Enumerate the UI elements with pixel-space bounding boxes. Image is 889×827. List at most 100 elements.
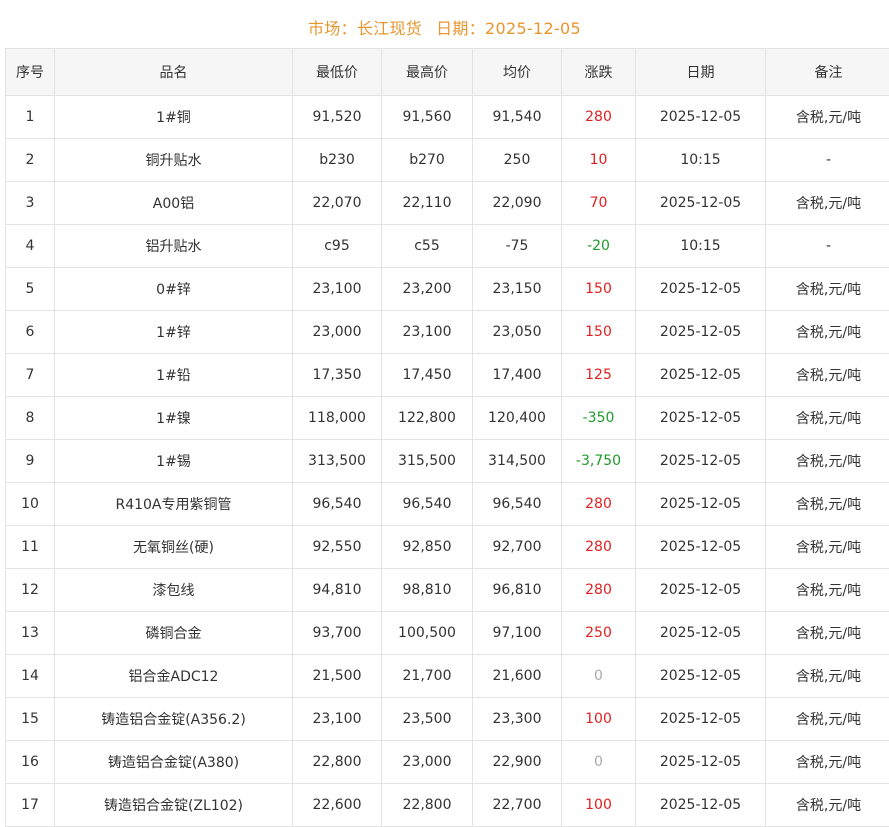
cell-name: 铸造铝合金锭(A380): [55, 741, 293, 784]
cell-no: 2: [6, 139, 55, 182]
cell-high: 98,810: [382, 569, 473, 612]
cell-note: 含税,元/吨: [766, 268, 889, 311]
cell-name: A00铝: [55, 182, 293, 225]
cell-name: 1#镍: [55, 397, 293, 440]
cell-date: 2025-12-05: [636, 397, 766, 440]
table-row: 11#铜91,52091,56091,5402802025-12-05含税,元/…: [6, 96, 889, 139]
cell-high: 21,700: [382, 655, 473, 698]
cell-low: 22,600: [293, 784, 382, 827]
cell-avg: 120,400: [473, 397, 562, 440]
cell-change: 250: [562, 612, 636, 655]
cell-no: 17: [6, 784, 55, 827]
table-row: 61#锌23,00023,10023,0501502025-12-05含税,元/…: [6, 311, 889, 354]
cell-high: 22,110: [382, 182, 473, 225]
cell-date: 2025-12-05: [636, 311, 766, 354]
table-row: 10R410A专用紫铜管96,54096,54096,5402802025-12…: [6, 483, 889, 526]
cell-avg: 17,400: [473, 354, 562, 397]
cell-low: 22,070: [293, 182, 382, 225]
cell-date: 10:15: [636, 225, 766, 268]
cell-date: 2025-12-05: [636, 526, 766, 569]
table-row: 91#锡313,500315,500314,500-3,7502025-12-0…: [6, 440, 889, 483]
cell-low: 22,800: [293, 741, 382, 784]
cell-high: 96,540: [382, 483, 473, 526]
cell-avg: 96,540: [473, 483, 562, 526]
cell-low: 21,500: [293, 655, 382, 698]
column-header-note: 备注: [766, 49, 889, 96]
cell-avg: 22,700: [473, 784, 562, 827]
cell-high: 23,500: [382, 698, 473, 741]
cell-note: 含税,元/吨: [766, 96, 889, 139]
cell-change: 125: [562, 354, 636, 397]
cell-name: 铸造铝合金锭(A356.2): [55, 698, 293, 741]
cell-avg: -75: [473, 225, 562, 268]
cell-date: 2025-12-05: [636, 354, 766, 397]
table-row: 81#镍118,000122,800120,400-3502025-12-05含…: [6, 397, 889, 440]
cell-date: 2025-12-05: [636, 784, 766, 827]
cell-note: 含税,元/吨: [766, 741, 889, 784]
cell-change: 280: [562, 526, 636, 569]
cell-name: 磷铜合金: [55, 612, 293, 655]
table-row: 12漆包线94,81098,81096,8102802025-12-05含税,元…: [6, 569, 889, 612]
cell-note: 含税,元/吨: [766, 784, 889, 827]
cell-change: 0: [562, 655, 636, 698]
column-header-name: 品名: [55, 49, 293, 96]
table-row: 13磷铜合金93,700100,50097,1002502025-12-05含税…: [6, 612, 889, 655]
cell-high: 315,500: [382, 440, 473, 483]
cell-avg: 97,100: [473, 612, 562, 655]
cell-name: R410A专用紫铜管: [55, 483, 293, 526]
cell-no: 11: [6, 526, 55, 569]
cell-low: 313,500: [293, 440, 382, 483]
table-body: 11#铜91,52091,56091,5402802025-12-05含税,元/…: [6, 96, 889, 827]
cell-high: 92,850: [382, 526, 473, 569]
table-row: 15铸造铝合金锭(A356.2)23,10023,50023,300100202…: [6, 698, 889, 741]
cell-date: 2025-12-05: [636, 182, 766, 225]
table-row: 16铸造铝合金锭(A380)22,80023,00022,90002025-12…: [6, 741, 889, 784]
cell-avg: 23,050: [473, 311, 562, 354]
cell-no: 8: [6, 397, 55, 440]
cell-note: 含税,元/吨: [766, 483, 889, 526]
cell-name: 铝升贴水: [55, 225, 293, 268]
cell-note: -: [766, 225, 889, 268]
table-row: 11无氧铜丝(硬)92,55092,85092,7002802025-12-05…: [6, 526, 889, 569]
cell-low: 17,350: [293, 354, 382, 397]
cell-avg: 23,300: [473, 698, 562, 741]
cell-low: b230: [293, 139, 382, 182]
cell-no: 6: [6, 311, 55, 354]
cell-no: 10: [6, 483, 55, 526]
table-row: 71#铅17,35017,45017,4001252025-12-05含税,元/…: [6, 354, 889, 397]
cell-name: 0#锌: [55, 268, 293, 311]
cell-change: 280: [562, 569, 636, 612]
cell-low: 23,100: [293, 268, 382, 311]
cell-name: 1#铅: [55, 354, 293, 397]
cell-change: -350: [562, 397, 636, 440]
cell-no: 4: [6, 225, 55, 268]
date-label: 日期：: [436, 19, 485, 38]
cell-change: 280: [562, 483, 636, 526]
table-row: 14铝合金ADC1221,50021,70021,60002025-12-05含…: [6, 655, 889, 698]
table-row: 2铜升贴水b230b2702501010:15-: [6, 139, 889, 182]
cell-high: 17,450: [382, 354, 473, 397]
cell-note: 含税,元/吨: [766, 182, 889, 225]
cell-note: -: [766, 139, 889, 182]
cell-name: 铝合金ADC12: [55, 655, 293, 698]
cell-high: 23,200: [382, 268, 473, 311]
cell-low: 118,000: [293, 397, 382, 440]
cell-note: 含税,元/吨: [766, 397, 889, 440]
cell-note: 含税,元/吨: [766, 354, 889, 397]
cell-avg: 22,090: [473, 182, 562, 225]
cell-change: 0: [562, 741, 636, 784]
cell-date: 2025-12-05: [636, 698, 766, 741]
cell-note: 含税,元/吨: [766, 569, 889, 612]
cell-no: 1: [6, 96, 55, 139]
cell-low: 23,100: [293, 698, 382, 741]
cell-avg: 91,540: [473, 96, 562, 139]
cell-name: 1#锡: [55, 440, 293, 483]
cell-no: 7: [6, 354, 55, 397]
cell-name: 漆包线: [55, 569, 293, 612]
cell-low: 93,700: [293, 612, 382, 655]
column-header-no: 序号: [6, 49, 55, 96]
cell-note: 含税,元/吨: [766, 612, 889, 655]
table-row: 4铝升贴水c95c55-75-2010:15-: [6, 225, 889, 268]
cell-note: 含税,元/吨: [766, 311, 889, 354]
market-value: 长江现货: [357, 19, 422, 38]
